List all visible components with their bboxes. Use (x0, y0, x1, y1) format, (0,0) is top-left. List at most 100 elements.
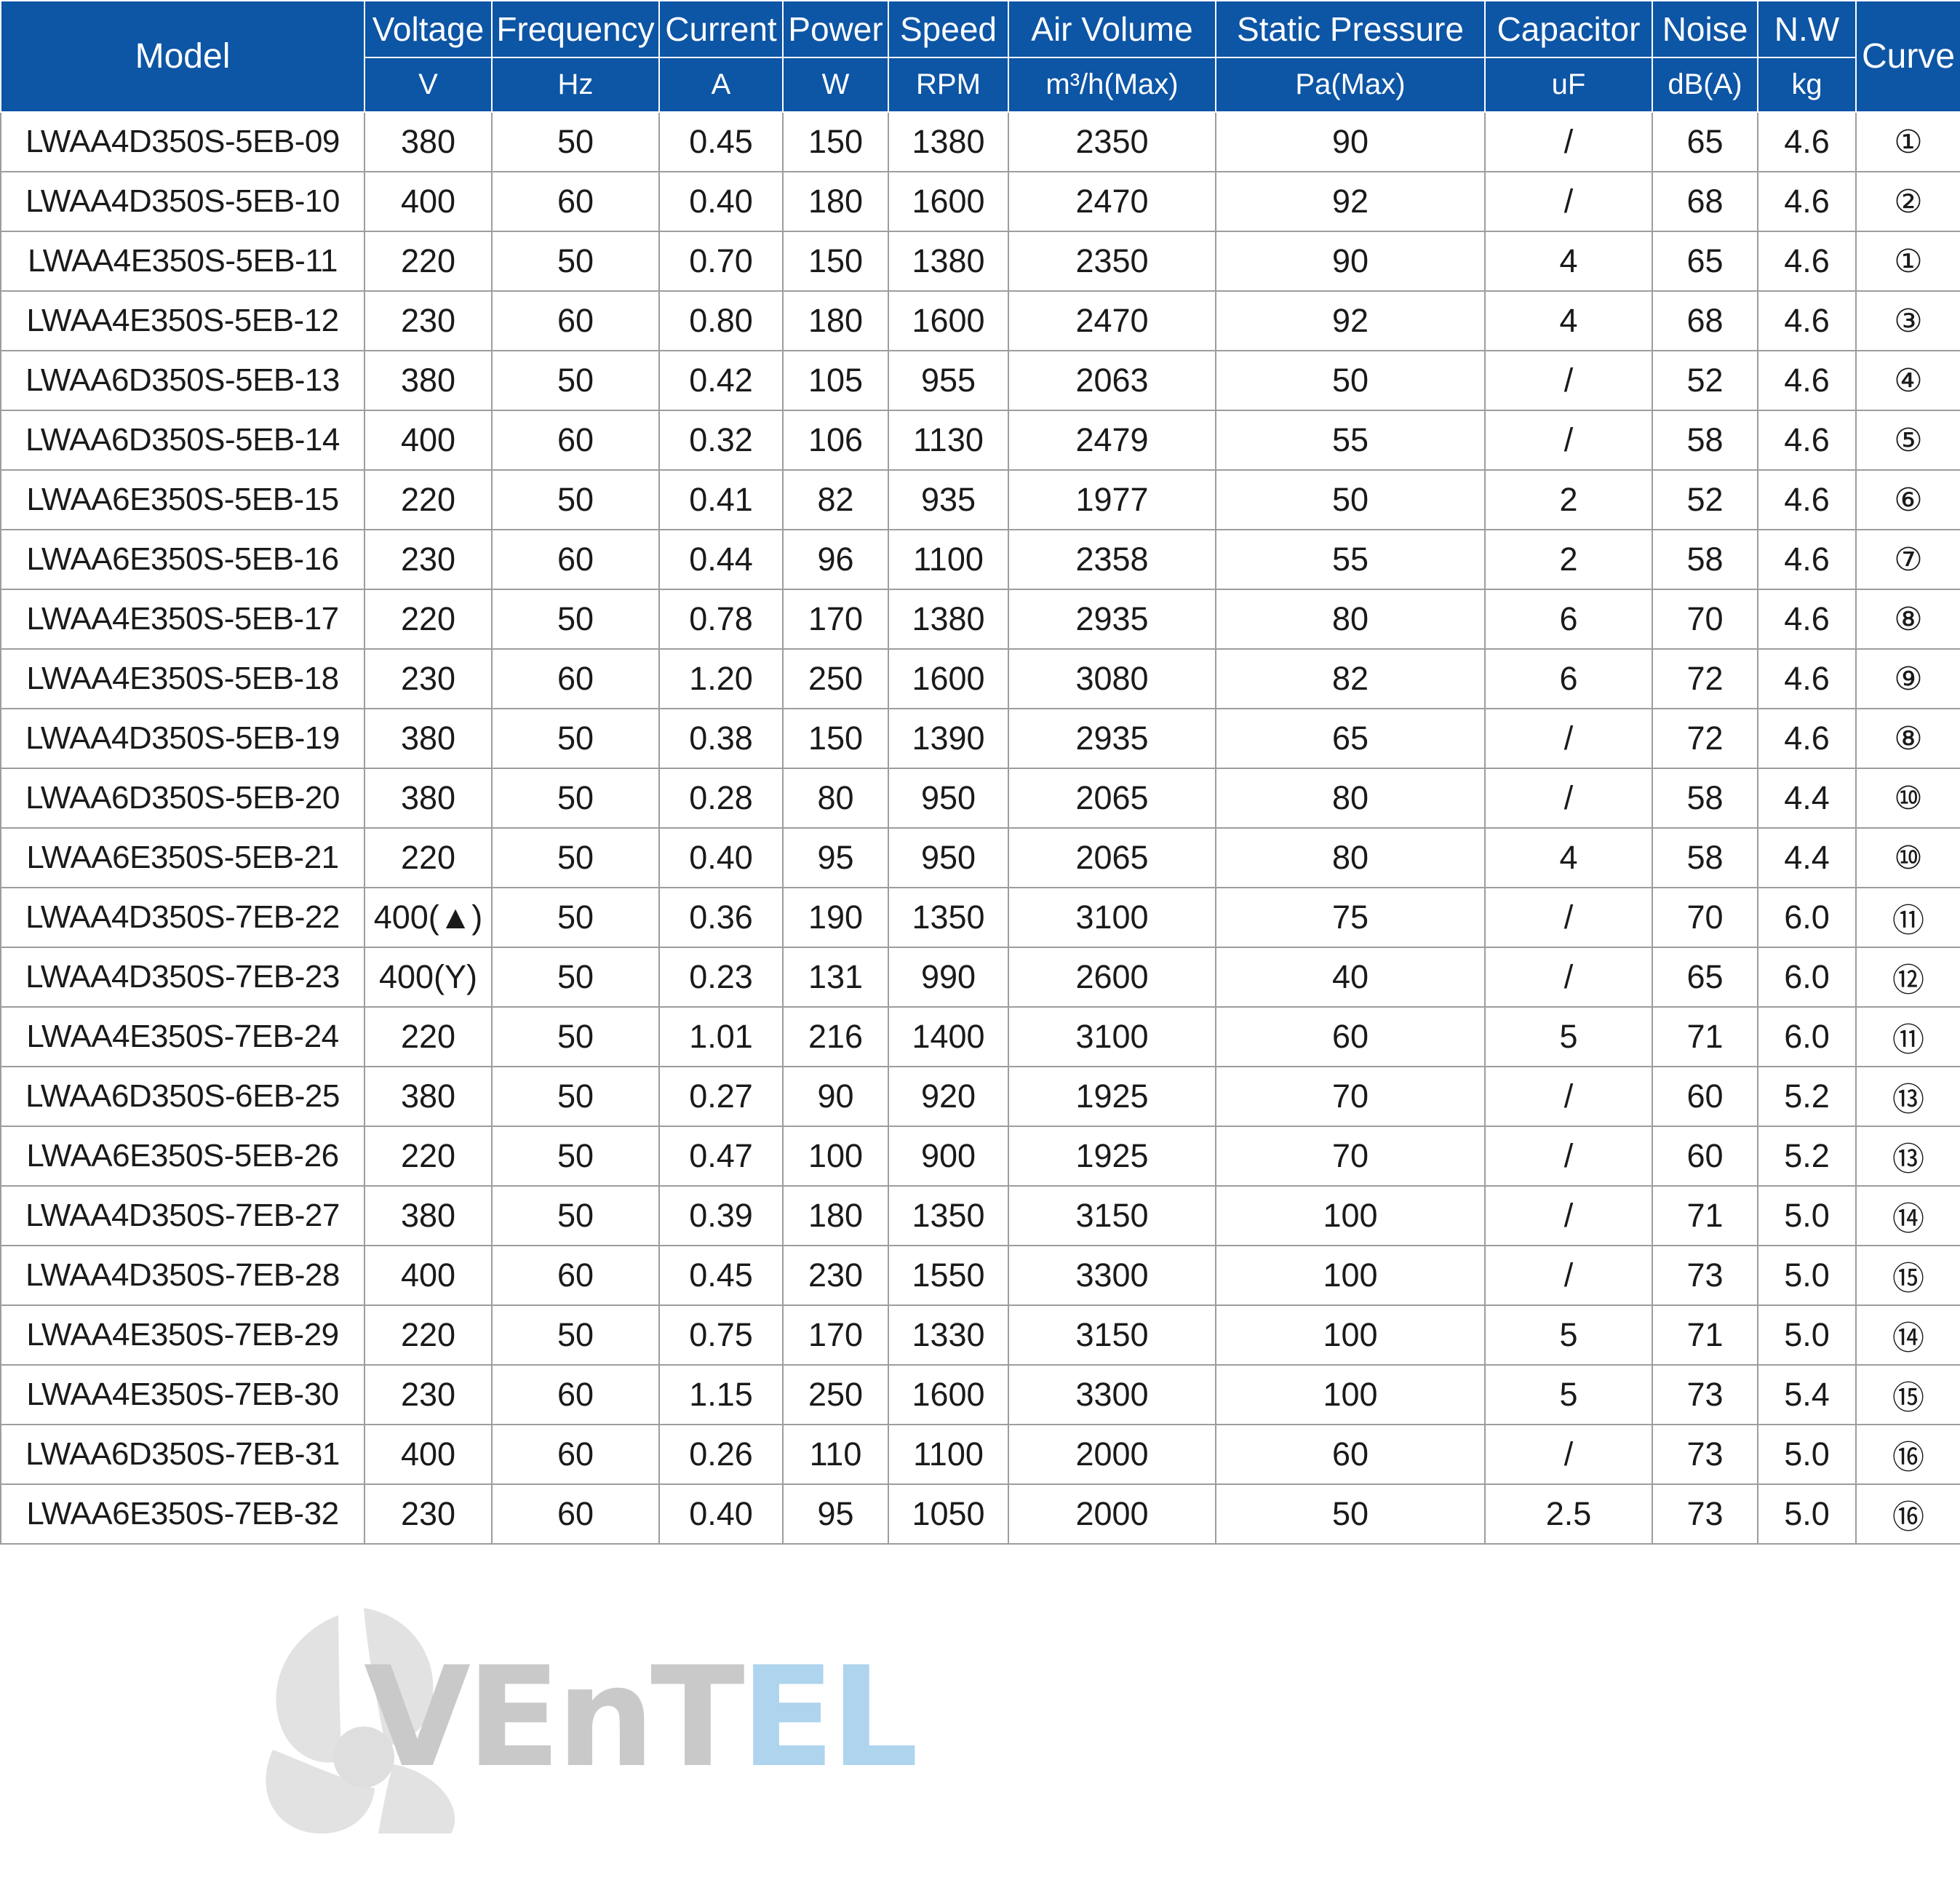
cell-static-pressure: 90 (1215, 231, 1486, 292)
cell-frequency: 60 (491, 529, 660, 590)
cell-voltage: 230 (364, 290, 493, 351)
cell-noise: 65 (1652, 231, 1758, 292)
table-header: Model Voltage Frequency Current Power Sp… (0, 0, 1960, 113)
cell-frequency: 50 (491, 887, 660, 948)
watermark-text-primary: VEnT (364, 1637, 745, 1798)
cell-current: 0.40 (658, 1483, 784, 1545)
cell-power: 95 (782, 827, 889, 888)
cell-frequency: 50 (491, 827, 660, 888)
header-unit-frequency: Hz (491, 57, 660, 113)
table-row: LWAA6D350S-5EB-14 400 60 0.32 106 1130 2479 55/… (0, 410, 1960, 471)
header-row-labels: Model Voltage Frequency Current Power Sp… (0, 0, 1960, 113)
cell-model: LWAA6E350S-5EB-21 (0, 827, 365, 888)
cell-curve: ① (1855, 231, 1960, 292)
cell-voltage: 230 (364, 1364, 493, 1425)
cell-static-pressure: 92 (1215, 171, 1486, 232)
cell-frequency: 60 (491, 1245, 660, 1306)
cell-power: 106 (782, 410, 889, 471)
cell-curve: ⑪ (1855, 887, 1960, 948)
cell-current: 0.32 (658, 410, 784, 471)
cell-capacitor: 6 (1484, 589, 1653, 650)
cell-frequency: 60 (491, 290, 660, 351)
cell-capacitor: 2 (1484, 469, 1653, 530)
header-current: Current (658, 0, 784, 58)
cell-power: 170 (782, 1305, 889, 1366)
cell-noise: 58 (1652, 827, 1758, 888)
cell-static-pressure: 50 (1215, 350, 1486, 411)
cell-voltage: 380 (364, 708, 493, 769)
table-row: LWAA6D350S-6EB-25 380 50 0.27 90 920 1925 70/60… (0, 1066, 1960, 1127)
cell-frequency: 50 (491, 768, 660, 829)
header-voltage: Voltage (364, 0, 493, 58)
cell-frequency: 60 (491, 1364, 660, 1425)
cell-curve: ④ (1855, 350, 1960, 411)
header-capacitor: Capacitor (1484, 0, 1653, 58)
table-row: LWAA4E350S-5EB-12 230 60 0.80 180 1600 2470 92 4… (0, 290, 1960, 351)
cell-current: 0.40 (658, 827, 784, 888)
cell-noise: 60 (1652, 1126, 1758, 1187)
header-unit-power: W (782, 57, 889, 113)
cell-noise: 70 (1652, 589, 1758, 650)
cell-curve: ⑬ (1855, 1066, 1960, 1127)
table-row: LWAA4E350S-5EB-17 220 50 0.78 170 1380 2935 80 6… (0, 589, 1960, 650)
cell-power: 216 (782, 1006, 889, 1067)
fan-specification-table: Model Voltage Frequency Current Power Sp… (0, 0, 1960, 1545)
cell-frequency: 50 (491, 947, 660, 1008)
cell-speed: 1400 (888, 1006, 1009, 1067)
cell-weight: 5.2 (1757, 1126, 1857, 1187)
cell-voltage: 400 (364, 171, 493, 232)
cell-air-volume: 2350 (1008, 231, 1216, 292)
cell-current: 0.36 (658, 887, 784, 948)
cell-noise: 72 (1652, 708, 1758, 769)
cell-capacitor: / (1484, 410, 1653, 471)
cell-noise: 70 (1652, 887, 1758, 948)
cell-power: 110 (782, 1424, 889, 1485)
cell-weight: 4.6 (1757, 410, 1857, 471)
cell-static-pressure: 90 (1215, 111, 1486, 172)
cell-air-volume: 2470 (1008, 171, 1216, 232)
cell-curve: ⑩ (1855, 827, 1960, 888)
cell-air-volume: 1925 (1008, 1126, 1216, 1187)
cell-voltage: 230 (364, 529, 493, 590)
cell-frequency: 60 (491, 648, 660, 709)
header-noise: Noise (1652, 0, 1758, 58)
cell-power: 250 (782, 648, 889, 709)
cell-voltage: 220 (364, 827, 493, 888)
table-row: LWAA6D350S-7EB-31 400 60 0.26 110 1100 2000 60/… (0, 1424, 1960, 1485)
cell-curve: ③ (1855, 290, 1960, 351)
cell-noise: 71 (1652, 1006, 1758, 1067)
cell-voltage: 380 (364, 111, 493, 172)
cell-capacitor: 5 (1484, 1006, 1653, 1067)
cell-frequency: 50 (491, 1066, 660, 1127)
cell-power: 131 (782, 947, 889, 1008)
cell-static-pressure: 60 (1215, 1424, 1486, 1485)
cell-frequency: 50 (491, 708, 660, 769)
cell-voltage: 220 (364, 469, 493, 530)
cell-capacitor: 6 (1484, 648, 1653, 709)
cell-air-volume: 3080 (1008, 648, 1216, 709)
cell-model: LWAA4D350S-7EB-23 (0, 947, 365, 1008)
cell-frequency: 60 (491, 410, 660, 471)
cell-speed: 900 (888, 1126, 1009, 1187)
cell-static-pressure: 100 (1215, 1364, 1486, 1425)
cell-noise: 71 (1652, 1305, 1758, 1366)
cell-noise: 58 (1652, 768, 1758, 829)
cell-noise: 65 (1652, 111, 1758, 172)
cell-noise: 72 (1652, 648, 1758, 709)
cell-weight: 6.0 (1757, 887, 1857, 948)
cell-air-volume: 3100 (1008, 887, 1216, 948)
cell-air-volume: 2935 (1008, 589, 1216, 650)
table-row: LWAA6E350S-5EB-26 220 50 0.47 100 900 1925 70/6… (0, 1126, 1960, 1187)
cell-air-volume: 2065 (1008, 827, 1216, 888)
cell-air-volume: 2600 (1008, 947, 1216, 1008)
cell-curve: ⑮ (1855, 1245, 1960, 1306)
cell-capacitor: / (1484, 1126, 1653, 1187)
cell-speed: 1350 (888, 1185, 1009, 1246)
cell-current: 1.01 (658, 1006, 784, 1067)
cell-static-pressure: 70 (1215, 1126, 1486, 1187)
cell-static-pressure: 50 (1215, 1483, 1486, 1545)
cell-curve: ⑧ (1855, 708, 1960, 769)
header-unit-voltage: V (364, 57, 493, 113)
cell-voltage: 400 (364, 1424, 493, 1485)
cell-model: LWAA6D350S-5EB-20 (0, 768, 365, 829)
